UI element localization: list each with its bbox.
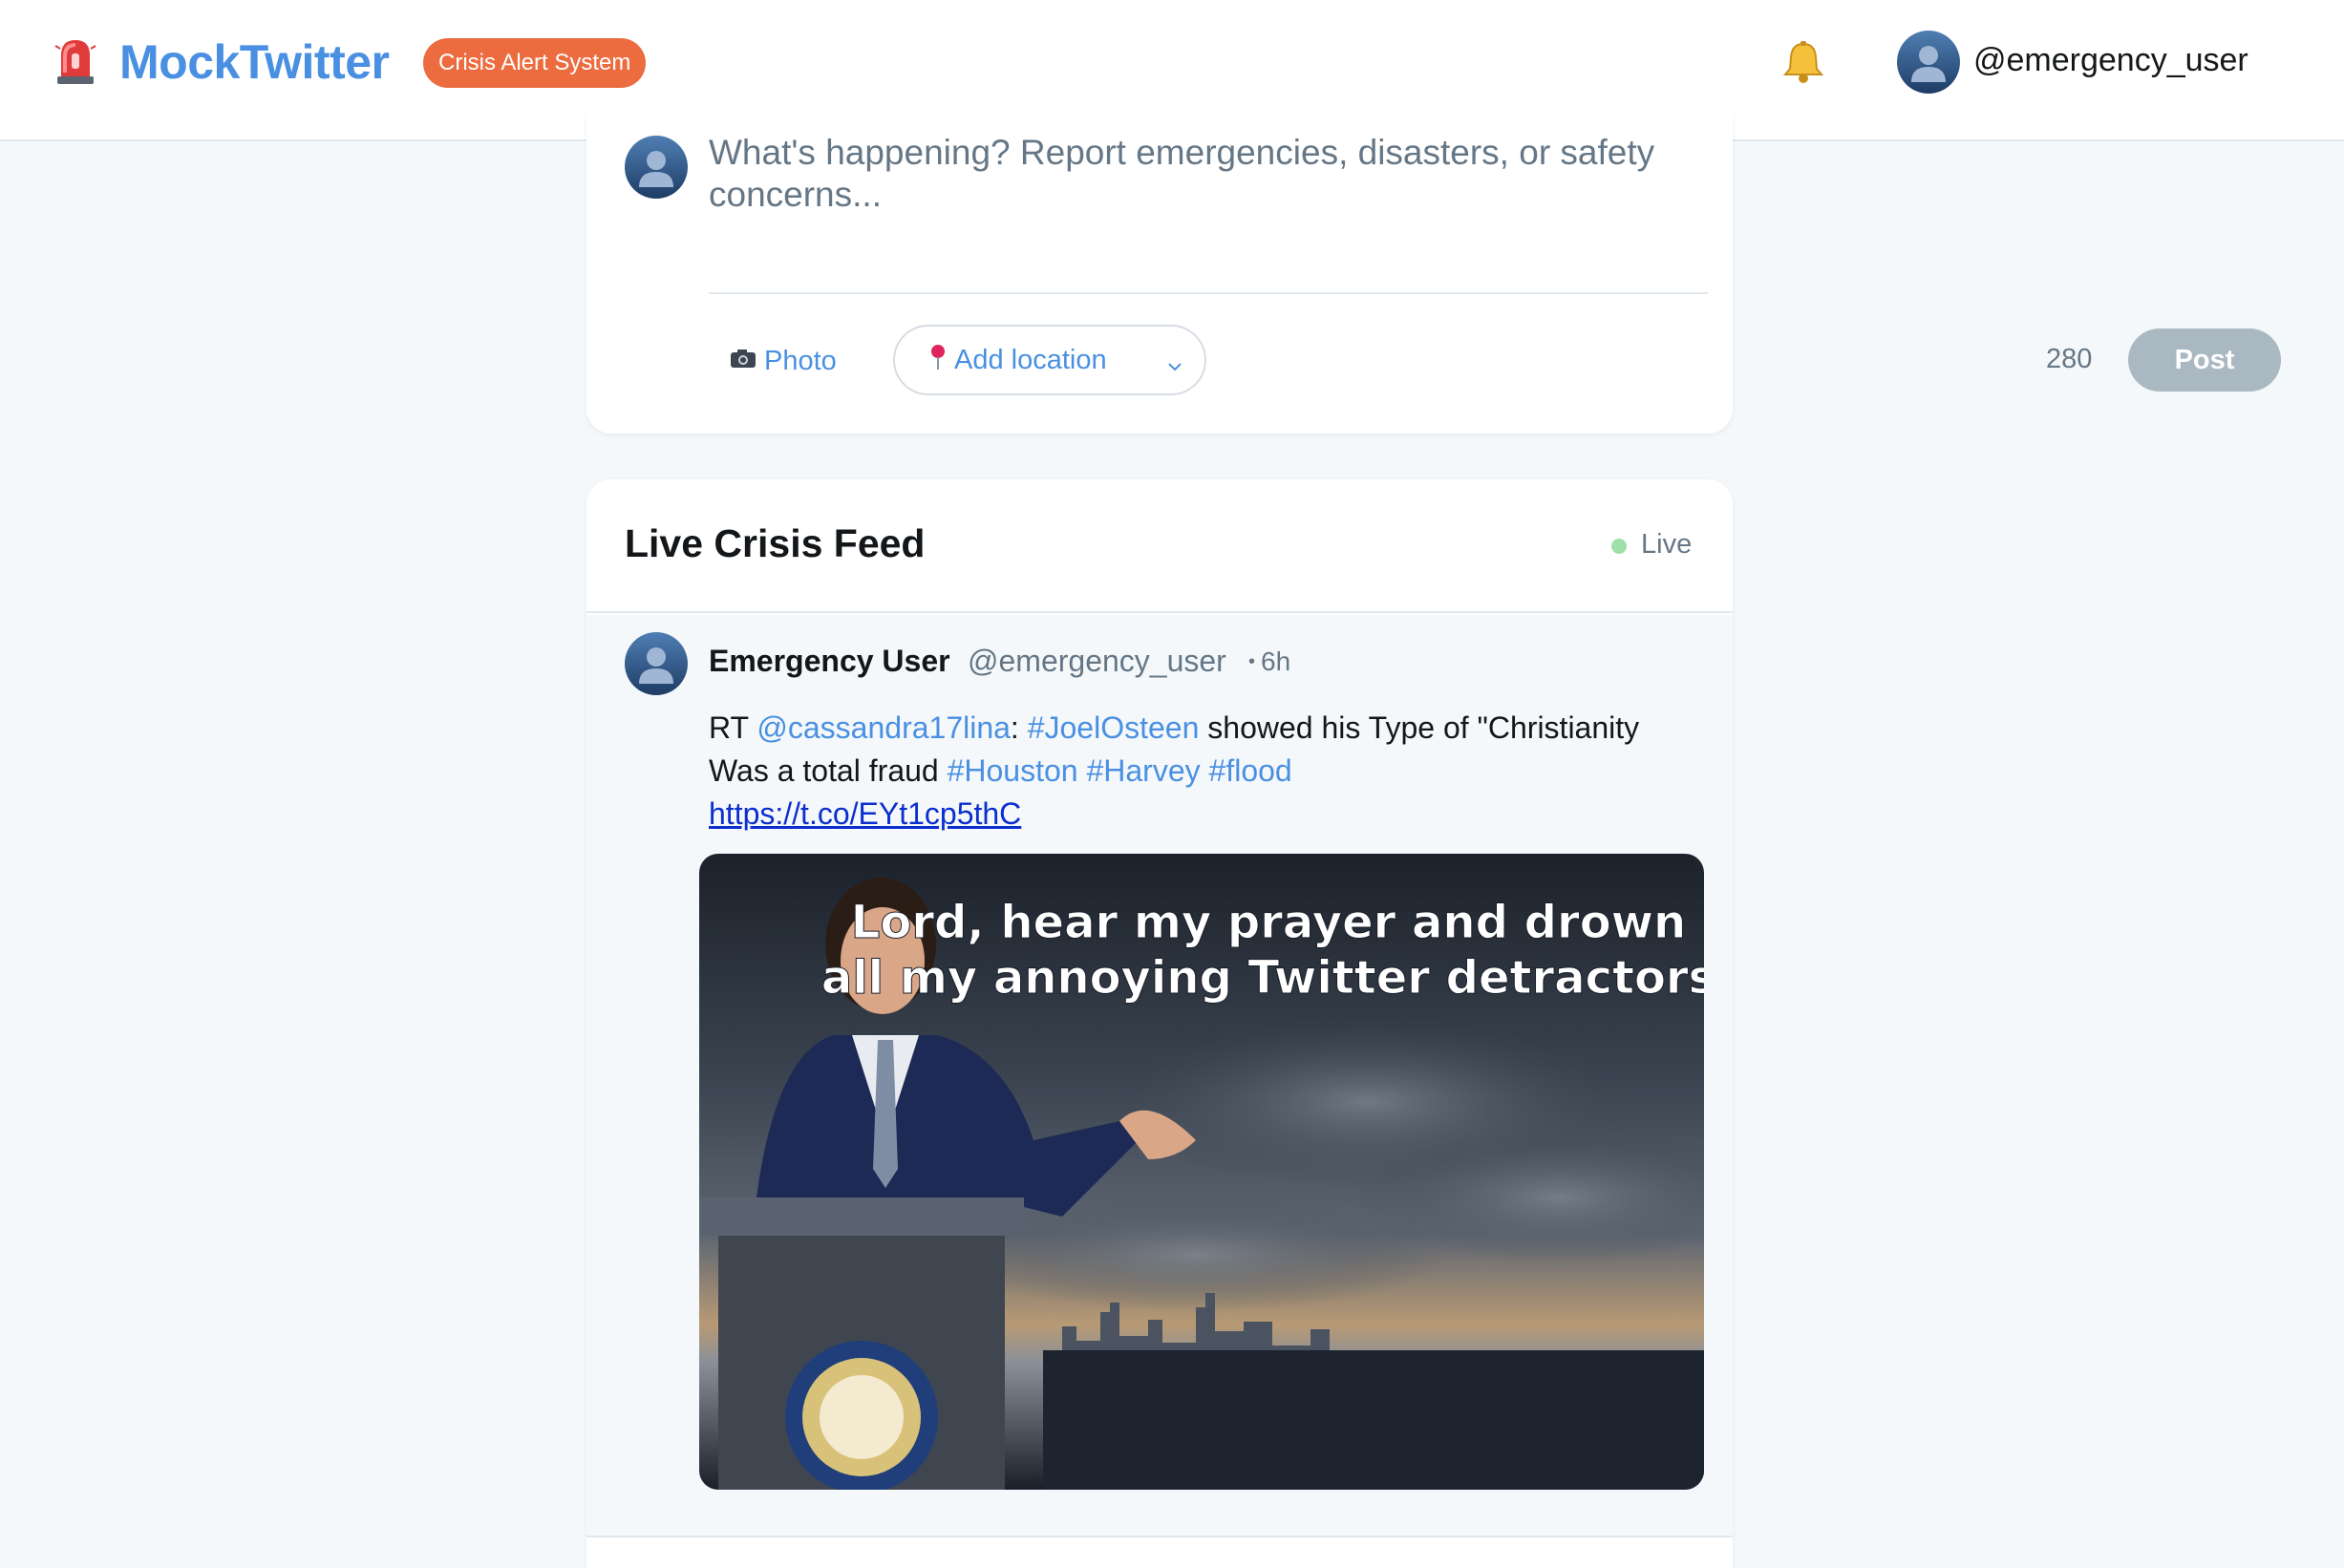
compose-divider bbox=[709, 292, 1708, 294]
tweet-text: RT @cassandra17lina: #JoelOsteen showed … bbox=[709, 707, 1664, 836]
photo-button[interactable]: Photo bbox=[730, 342, 837, 380]
tweet-mention-link[interactable]: @cassandra17lina bbox=[756, 710, 1011, 745]
user-handle[interactable]: @emergency_user bbox=[1973, 42, 2248, 79]
tweet-divider bbox=[586, 1536, 1733, 1537]
image-caption-line2: all my annoying Twitter detractors bbox=[821, 951, 1704, 1005]
image-caption-line1: Lord, hear my prayer and drown bbox=[851, 896, 1686, 949]
chevron-down-icon bbox=[1166, 351, 1183, 371]
tweet-author-handle[interactable]: @emergency_user bbox=[968, 644, 1226, 679]
hashtag-link[interactable]: #flood bbox=[1209, 753, 1292, 788]
tweet-avatar[interactable] bbox=[625, 632, 688, 695]
hashtag-link[interactable]: #Harvey bbox=[1086, 753, 1200, 788]
tweet-author-name[interactable]: Emergency User bbox=[709, 644, 950, 679]
feed-header: Live Crisis Feed Live bbox=[586, 479, 1733, 613]
compose-textarea[interactable] bbox=[709, 132, 1708, 246]
character-counter: 280 bbox=[2046, 344, 2093, 374]
app-logo-text[interactable]: MockTwitter bbox=[119, 34, 390, 90]
live-status-dot bbox=[1611, 539, 1627, 554]
feed-title: Live Crisis Feed bbox=[625, 521, 926, 565]
location-select[interactable]: Add location bbox=[893, 325, 1206, 395]
tweet-colon: : bbox=[1010, 710, 1019, 745]
photo-label: Photo bbox=[764, 345, 837, 376]
pin-icon bbox=[929, 344, 947, 377]
siren-icon bbox=[53, 36, 97, 86]
live-feed-card: Live Crisis Feed Live Emergency User @em… bbox=[586, 479, 1733, 1568]
location-label: Add location bbox=[954, 344, 1107, 375]
compose-card: Photo Add location 280 Post bbox=[586, 113, 2281, 434]
user-avatar[interactable] bbox=[1897, 31, 1960, 94]
tweet-image[interactable]: Lord, hear my prayer and drown all my an… bbox=[699, 854, 1704, 1490]
hashtag-link[interactable]: #Houston bbox=[948, 753, 1078, 788]
tweet-text-prefix: RT bbox=[709, 710, 757, 745]
bell-icon[interactable] bbox=[1782, 40, 1824, 84]
crisis-alert-badge: Crisis Alert System bbox=[423, 38, 647, 88]
live-label: Live bbox=[1641, 529, 1693, 560]
hashtag-link[interactable]: #JoelOsteen bbox=[1028, 710, 1200, 745]
tweet-time-value: 6h bbox=[1261, 646, 1291, 676]
tweet-item[interactable]: Emergency User @emergency_user • 6h RT @c… bbox=[586, 615, 1733, 1537]
compose-avatar bbox=[625, 136, 688, 199]
camera-icon bbox=[730, 348, 756, 375]
tweet-timestamp: • 6h bbox=[1248, 646, 1291, 676]
tweet-url-link[interactable]: https://t.co/EYt1cp5thC bbox=[709, 796, 1021, 831]
post-button[interactable]: Post bbox=[2128, 328, 2281, 392]
